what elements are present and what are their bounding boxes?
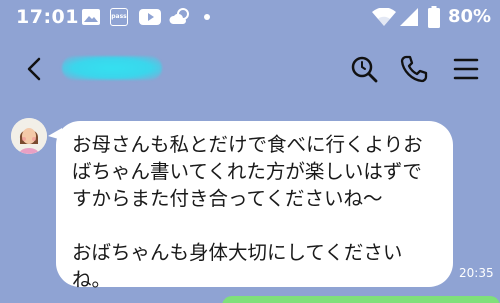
message-timestamp: 20:35: [459, 266, 494, 280]
youtube-icon: [139, 9, 161, 25]
signal-icon: [400, 8, 418, 26]
menu-icon[interactable]: [451, 54, 481, 84]
sent-message-bubble-partial[interactable]: [222, 296, 500, 303]
image-icon: [82, 9, 100, 25]
message-bubble[interactable]: お母さんも私とだけで食べに行くよりお ばちゃん書いてくれた方が楽しいはずで すか…: [56, 121, 453, 291]
chat-header: [0, 36, 500, 106]
contact-name-redacted[interactable]: [62, 56, 162, 80]
phone-icon[interactable]: [399, 54, 429, 84]
back-icon[interactable]: [20, 54, 50, 84]
weather-icon: [169, 8, 189, 24]
status-bar: 17:01 pass 80%: [0, 0, 500, 36]
notification-dot-icon: [204, 14, 210, 20]
battery-percentage: 80%: [448, 6, 492, 27]
status-time: 17:01: [16, 6, 79, 28]
search-icon[interactable]: [349, 54, 379, 84]
avatar-image: [11, 118, 47, 154]
sender-avatar[interactable]: [11, 118, 47, 154]
battery-icon: [428, 6, 440, 28]
pass-icon: pass: [110, 8, 128, 26]
wifi-icon: [372, 8, 396, 26]
